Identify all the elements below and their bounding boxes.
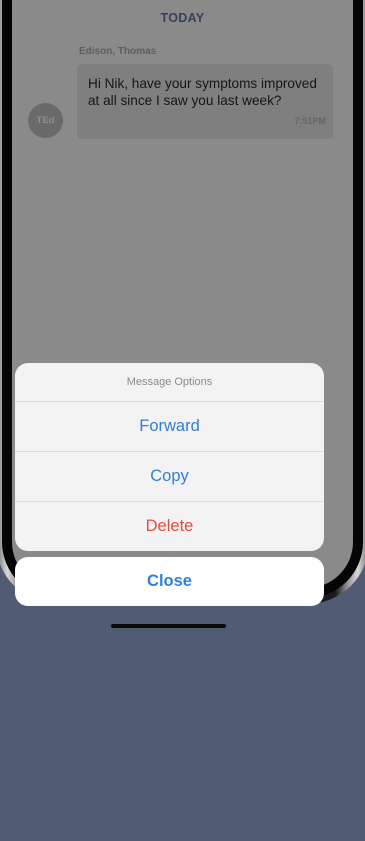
message-timestamp: 7:51PM	[294, 116, 326, 126]
action-sheet-title: Message Options	[15, 363, 324, 402]
close-button[interactable]: Close	[15, 557, 324, 606]
copy-button[interactable]: Copy	[15, 452, 324, 502]
avatar[interactable]: TEd	[28, 103, 63, 138]
home-indicator[interactable]	[111, 624, 226, 628]
forward-button[interactable]: Forward	[15, 402, 324, 452]
message-bubble[interactable]: Hi Nik, have your symptoms improved at a…	[77, 64, 333, 139]
message-options-sheet: Message Options Forward Copy Delete	[15, 363, 324, 551]
message-text: Hi Nik, have your symptoms improved at a…	[88, 76, 317, 108]
date-header: TODAY	[160, 11, 205, 25]
delete-button[interactable]: Delete	[15, 502, 324, 551]
message-sender-name: Edison, Thomas	[79, 46, 157, 57]
